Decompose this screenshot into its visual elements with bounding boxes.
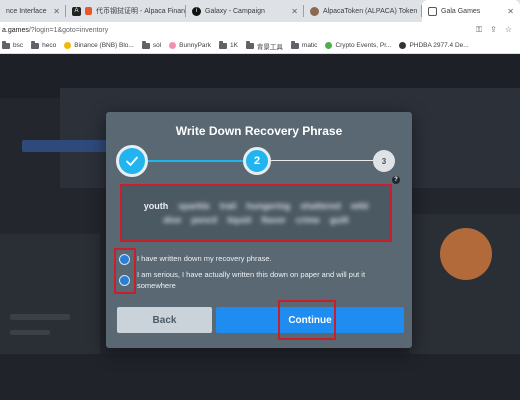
url-host: a.games xyxy=(2,26,29,34)
phrase-word: dive xyxy=(163,215,182,225)
close-tab-icon[interactable]: ✕ xyxy=(49,7,60,16)
alpaca-token-icon xyxy=(310,6,319,16)
phrase-word: pencil xyxy=(191,215,218,225)
step-3-upcoming: 3 xyxy=(373,150,395,172)
crypto-events-icon xyxy=(325,42,333,49)
bookmark-crypto-events[interactable]: Crypto Events, Pr... xyxy=(325,42,391,49)
address-bar[interactable]: a.games/?login=1&goto=inventory ⚿ ⇪ ☆ xyxy=(0,22,520,38)
help-icon[interactable]: ? xyxy=(392,176,400,184)
page-text xyxy=(10,330,50,335)
bookmark-label: Crypto Events, Pr... xyxy=(335,42,392,49)
browser-tab-bar: nce Interface ✕ A 代币钢挝证明 - Alpaca Finan … xyxy=(0,0,520,22)
progress-line-complete xyxy=(148,160,243,162)
binance-icon xyxy=(64,42,72,49)
bookmark-star-icon[interactable]: ☆ xyxy=(505,25,512,35)
written-down-checkbox[interactable] xyxy=(119,254,130,265)
page-footer xyxy=(0,354,520,400)
bookmark-1k[interactable]: 1K xyxy=(218,41,238,49)
avatar xyxy=(440,228,492,280)
bookmark-label: PHDBA 2977.4 De... xyxy=(409,42,469,49)
phrase-word: wild xyxy=(350,201,369,211)
phrase-word: hungering xyxy=(246,201,291,211)
tab-interface[interactable]: nce Interface ✕ xyxy=(0,0,66,22)
folder-icon xyxy=(31,41,40,49)
continue-highlight xyxy=(278,300,336,340)
recovery-phrase-modal: Write Down Recovery Phrase 2 3 ? youth s… xyxy=(106,112,412,348)
share-icon[interactable]: ⇪ xyxy=(490,25,497,35)
page-button xyxy=(22,140,112,152)
written-down-label[interactable]: I have written down my recovery phrase. xyxy=(137,253,403,264)
phrase-word: youth xyxy=(143,201,169,211)
step-2-current: 2 xyxy=(243,147,271,175)
bookmark-label: sol xyxy=(152,42,162,49)
phrase-word: guilt xyxy=(329,215,349,225)
url-text[interactable]: a.games/?login=1&goto=inventory xyxy=(2,27,476,34)
bookmark-heco[interactable]: heco xyxy=(31,41,57,49)
bookmark-label: heco xyxy=(42,42,57,49)
folder-icon xyxy=(141,41,150,49)
bunny-icon xyxy=(169,42,177,49)
folder-icon xyxy=(245,41,254,49)
serious-label[interactable]: I am serious, I have actually written th… xyxy=(137,269,403,291)
bookmark-bsc[interactable]: bsc xyxy=(2,41,24,49)
tab-label: 代币钢挝证明 - Alpaca Finan xyxy=(96,8,186,15)
phrase-word: trail xyxy=(219,201,237,211)
tab-galaxy[interactable]: i Galaxy - Campaign ✕ xyxy=(186,0,304,22)
bookmark-matic[interactable]: matic xyxy=(290,41,318,49)
tab-label: nce Interface xyxy=(6,7,47,15)
phrase-word: crime xyxy=(295,215,320,225)
page-card xyxy=(0,234,100,354)
tab-label: AlpacaToken (ALPACA) Token xyxy=(323,7,418,15)
folder-icon xyxy=(2,41,10,49)
page-text xyxy=(10,314,70,320)
bookmark-label: 背景工具 xyxy=(256,43,283,51)
close-tab-icon[interactable]: ✕ xyxy=(287,7,298,16)
bookmark-binance[interactable]: Binance (BNB) Blo... xyxy=(64,42,134,49)
bookmark-label: bsc xyxy=(13,42,24,49)
bookmarks-bar: bsc heco Binance (BNB) Blo... sol BunnyP… xyxy=(0,38,520,54)
tab-alpaca-finance[interactable]: A 代币钢挝证明 - Alpaca Finan xyxy=(66,0,186,22)
tab-label: Gala Games xyxy=(441,7,481,15)
bookmark-label: 1K xyxy=(229,42,238,49)
gala-games-icon xyxy=(428,6,437,16)
alpaca-finance-icon: A xyxy=(72,6,81,16)
tab-alpaca-token[interactable]: AlpacaToken (ALPACA) Token ✕ xyxy=(304,0,422,22)
bookmark-label: BunnyPark xyxy=(179,42,211,49)
phrase-word: shattered xyxy=(300,201,341,211)
serious-checkbox[interactable] xyxy=(119,275,130,286)
recovery-phrase-box: youth sparkle trail hungering shattered … xyxy=(120,184,392,242)
bookmark-phdba[interactable]: PHDBA 2977.4 De... xyxy=(399,42,469,49)
phrase-word: flavor xyxy=(261,215,286,225)
bookmark-label: Binance (BNB) Blo... xyxy=(74,42,134,49)
folder-icon xyxy=(218,41,227,49)
progress-line-pending xyxy=(271,160,373,161)
checkmark-icon xyxy=(126,156,138,166)
galaxy-icon: i xyxy=(192,6,201,16)
bookmark-tools[interactable]: 背景工具 xyxy=(245,41,283,51)
key-icon[interactable]: ⚿ xyxy=(476,25,482,35)
back-button[interactable]: Back xyxy=(117,307,212,333)
phrase-word: liquid xyxy=(227,215,252,225)
tab-label: Galaxy - Campaign xyxy=(205,7,265,15)
phdba-icon xyxy=(399,42,407,49)
close-tab-icon[interactable]: ✕ xyxy=(503,7,514,16)
bookmark-bunnypark[interactable]: BunnyPark xyxy=(169,42,211,49)
step-1-complete xyxy=(116,145,148,177)
bookmark-label: matic xyxy=(301,42,318,49)
url-path: /?login=1&goto=inventory xyxy=(28,26,109,34)
tab-gala-games[interactable]: Gala Games ✕ xyxy=(422,0,520,22)
phrase-word: sparkle xyxy=(178,201,210,211)
bookmark-sol[interactable]: sol xyxy=(141,41,162,49)
fire-icon xyxy=(85,7,92,15)
modal-title: Write Down Recovery Phrase xyxy=(175,124,343,138)
folder-icon xyxy=(290,41,299,49)
